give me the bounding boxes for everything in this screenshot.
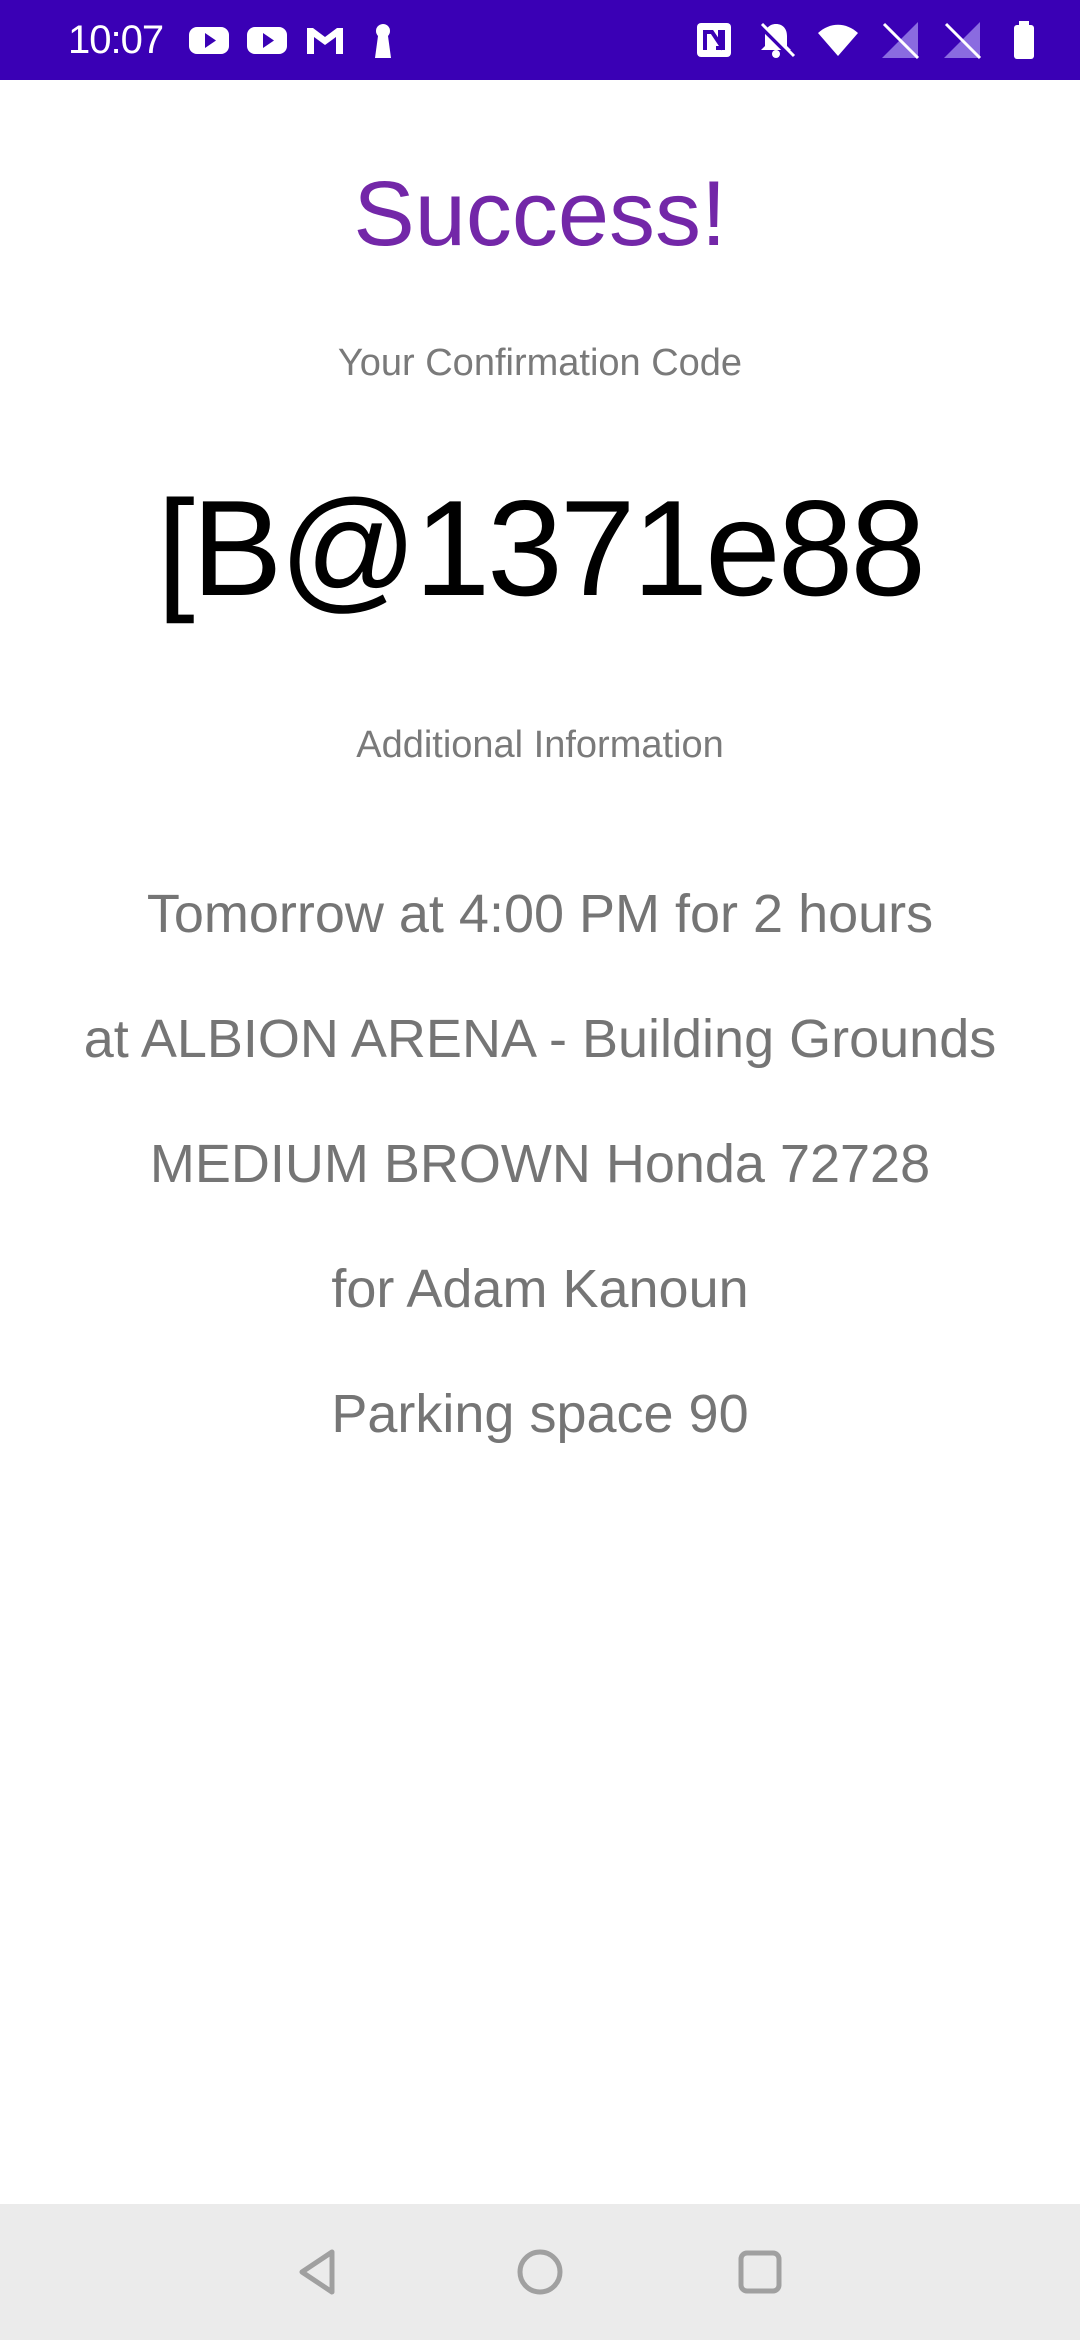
youtube-icon	[245, 18, 289, 62]
system-icons	[692, 18, 1046, 62]
additional-info-list: Tomorrow at 4:00 PM for 2 hours at ALBIO…	[0, 852, 1080, 1477]
recents-icon	[738, 2250, 782, 2294]
additional-info-label: Additional Information	[356, 724, 724, 766]
back-icon	[299, 2249, 335, 2295]
youtube-icon	[187, 18, 231, 62]
home-icon	[517, 2249, 563, 2295]
reservation-location: at ALBION ARENA - Building Grounds	[83, 1009, 997, 1069]
gmail-icon	[303, 18, 347, 62]
keyhole-icon	[361, 18, 405, 62]
no-sim-icon	[940, 18, 984, 62]
confirmation-code-label: Your Confirmation Code	[337, 342, 743, 384]
screen: 10:07 Success! Your Confirmation Code [B…	[0, 0, 1080, 2340]
bell-off-icon	[754, 18, 798, 62]
nfc-icon	[692, 18, 736, 62]
reservation-time: Tomorrow at 4:00 PM for 2 hours	[146, 884, 934, 944]
page-title: Success!	[353, 163, 727, 265]
status-time: 10:07	[68, 17, 164, 62]
driver-name: for Adam Kanoun	[331, 1259, 749, 1319]
status-bar: 10:07	[0, 0, 1080, 80]
battery-icon	[1002, 18, 1046, 62]
vehicle-info: MEDIUM BROWN Honda 72728	[149, 1134, 931, 1194]
home-button[interactable]	[505, 2237, 575, 2307]
confirmation-content: Success! Your Confirmation Code [B@1371e…	[0, 80, 1080, 2204]
recents-button[interactable]	[725, 2237, 795, 2307]
no-sim-icon	[878, 18, 922, 62]
notification-icons	[187, 18, 405, 62]
navigation-bar	[0, 2204, 1080, 2340]
parking-space: Parking space 90	[331, 1384, 749, 1444]
wifi-icon	[816, 18, 860, 62]
confirmation-code: [B@1371e88	[156, 472, 926, 624]
back-button[interactable]	[285, 2237, 355, 2307]
